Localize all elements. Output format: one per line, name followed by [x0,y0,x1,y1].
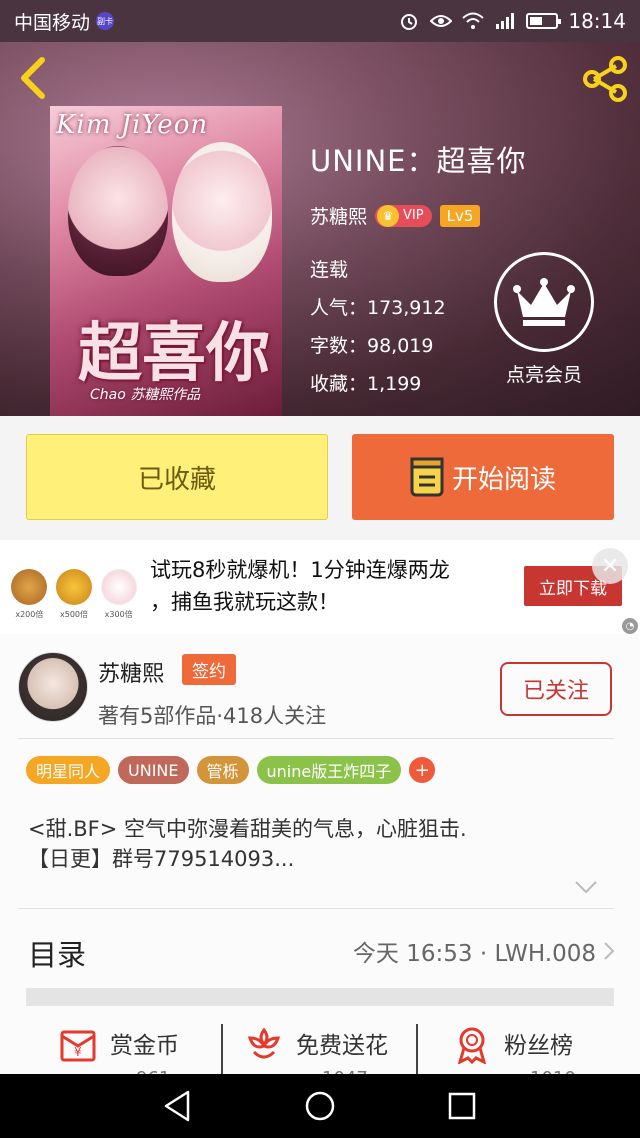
crown-icon: ♛ [377,204,400,227]
chevron-left-icon [21,57,45,99]
status-icons: 18:14 [398,9,626,33]
ad-text-line1: 试玩8秒就爆机！1分钟连爆两龙 [150,558,450,582]
book-details: 苏糖熙 签约 著有5部作品·418人关注 已关注 明星同人 UNINE 管栎 u… [0,634,640,1074]
crown-icon [513,278,575,326]
ad-close-icon[interactable]: ✕ [592,548,628,584]
ad-text-line2: ，捕鱼我就玩这款！ [150,590,339,614]
tag-item[interactable]: unine版王炸四子 [256,756,402,784]
add-tag-icon[interactable]: + [409,757,436,783]
send-flower-button[interactable]: 免费送花 1047 [244,1024,388,1074]
catalog-label[interactable]: 目录 [28,932,86,974]
stat-separator [416,1024,418,1074]
description-line1: <甜.BF> 空气中弥漫着甜美的气息，心脏狙击. [28,817,467,841]
stat-separator [221,1024,223,1074]
nav-recents-icon[interactable] [444,1088,480,1124]
cover-script-text: Kim JiYeon [56,110,209,140]
ad-indicator-icon: ◔ [622,618,638,634]
alarm-icon [398,12,420,30]
book-header: Kim JiYeon 超喜你 Chao 苏糖熙作品 UNINE：超喜你 苏糖熙 … [0,42,640,416]
system-nav-bar [0,1074,640,1138]
ad-lion-icon: x500倍 [55,560,94,620]
nav-home-icon[interactable] [302,1088,338,1124]
follow-button[interactable]: 已关注 [500,662,612,716]
signal-icon [494,12,516,30]
member-circle [494,252,594,352]
divider [18,908,614,909]
chevron-right-icon [604,942,615,960]
flower-icon [247,1027,281,1059]
ad-icons: x200倍 x500倍 x300倍 [10,560,138,620]
start-reading-label: 开始阅读 [451,464,556,495]
vip-badge: ♛ VIP [375,204,432,227]
cover-figure-left [68,146,168,276]
fan-ranking-label: 粉丝榜 [504,1033,573,1059]
description-line2: 【日更】群号779514093... [28,847,295,871]
nav-back-icon[interactable] [160,1088,196,1124]
fan-ranking-button[interactable]: 粉丝榜 1010 [452,1024,576,1074]
svg-text:¥: ¥ [74,1045,82,1059]
cover-title-text: 超喜你 [78,316,270,391]
action-bar: 已收藏 开始阅读 [0,416,640,540]
start-reading-button[interactable]: 开始阅读 [352,434,614,520]
member-button[interactable]: 点亮会员 [492,252,596,387]
reward-coins-label: 赏金币 [110,1033,179,1059]
book-cover[interactable]: Kim JiYeon 超喜你 Chao 苏糖熙作品 [50,106,282,416]
carrier-name: 中国移动 [14,11,91,34]
level-badge: Lv5 [439,204,481,227]
send-flower-label: 免费送花 [296,1033,388,1059]
back-button[interactable] [14,54,54,102]
author-row: 苏糖熙 ♛ VIP Lv5 [310,202,527,229]
member-label: 点亮会员 [505,364,582,386]
tag-item[interactable]: UNINE [118,756,189,784]
tag-list: 明星同人 UNINE 管栎 unine版王炸四子 + [26,756,436,784]
wifi-icon [462,12,485,30]
ad-text: 试玩8秒就爆机！1分钟连爆两龙 ，捕鱼我就玩这款！ [150,554,450,618]
carrier-badge: 副卡 [96,12,115,30]
battery-icon [526,13,562,29]
book-title: UNINE：超喜你 [310,144,527,178]
tag-item[interactable]: 管栎 [196,756,249,784]
status-time: 18:14 [568,9,626,33]
divider [18,738,614,739]
section-separator [26,988,614,1006]
book-description[interactable]: <甜.BF> 空气中弥漫着甜美的气息，心脏狙击. 【日更】群号779514093… [28,814,608,874]
catalog-latest-chapter[interactable]: 今天 16:53 · LWH.008 [353,934,616,968]
cover-subtitle-text: Chao 苏糖熙作品 [90,387,201,403]
book-icon [410,457,444,497]
ad-monkey-icon: x200倍 [10,560,49,620]
author-name-header[interactable]: 苏糖熙 [310,202,367,229]
vip-label: VIP [403,208,424,223]
author-name[interactable]: 苏糖熙 [98,656,164,688]
medal-icon [457,1027,487,1064]
signed-badge: 签约 [182,654,236,685]
status-bar: 中国移动 副卡 18:14 [0,0,640,42]
collected-button[interactable]: 已收藏 [26,434,328,520]
ad-banner[interactable]: x200倍 x500倍 x300倍 试玩8秒就爆机！1分钟连爆两龙 ，捕鱼我就玩… [0,540,640,634]
eye-icon [430,12,453,30]
share-button[interactable] [580,54,630,104]
ad-rabbit-icon: x300倍 [99,560,138,620]
chevron-down-icon[interactable] [574,880,598,894]
reward-coins-button[interactable]: ¥ 赏金币 961 [58,1024,179,1074]
share-icon [583,56,627,102]
cover-figure-right [172,142,272,282]
reward-stats: ¥ 赏金币 961 免费送花 1047 粉丝榜 1010 [0,1024,640,1074]
avatar[interactable] [18,652,88,722]
author-meta: 著有5部作品·418人关注 [98,704,327,728]
red-envelope-icon: ¥ [60,1030,96,1062]
tag-item[interactable]: 明星同人 [26,756,111,784]
latest-chapter-text: 今天 16:53 · LWH.008 [352,941,596,967]
carrier-info: 中国移动 副卡 [14,8,115,35]
